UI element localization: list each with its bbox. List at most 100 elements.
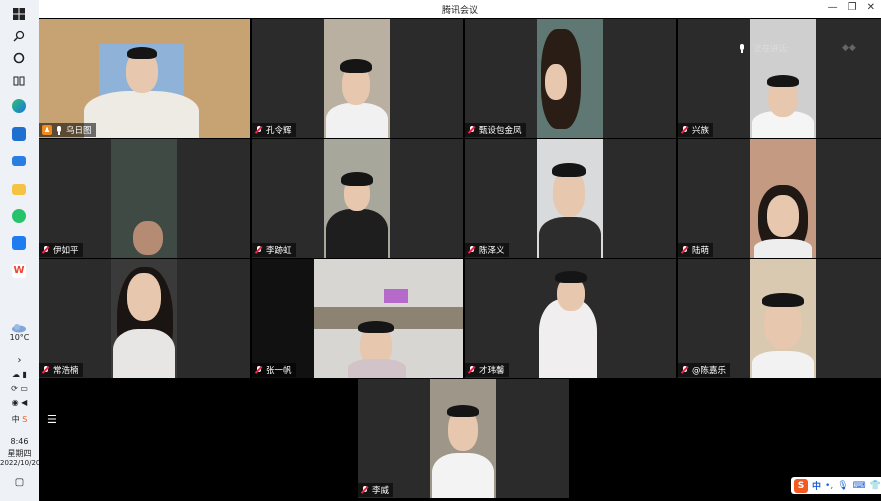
- participant-name: 李跡虹: [266, 246, 292, 256]
- video-feed: [537, 19, 603, 138]
- participant-name-bar: 甄设包金凤: [465, 123, 526, 137]
- video-feed: [111, 139, 177, 258]
- person-hair: [127, 47, 157, 59]
- windows-start-icon[interactable]: [9, 4, 29, 24]
- video-feed: [324, 139, 390, 258]
- weather-temperature: 10°C: [9, 333, 30, 342]
- video-feed: [111, 259, 177, 378]
- video-feed: [314, 259, 463, 378]
- edge-browser-icon[interactable]: [9, 96, 29, 116]
- input-method-toolbar[interactable]: S 中 •, 🎙 ⌨ 👕 ▦: [791, 477, 881, 494]
- wps-office-icon[interactable]: W: [9, 261, 29, 281]
- video-feed: [537, 259, 603, 378]
- mic-muted-icon: [255, 245, 263, 255]
- cortana-icon[interactable]: [9, 48, 29, 68]
- video-tile[interactable]: 伊如平: [39, 139, 250, 258]
- video-feed: [750, 19, 816, 138]
- participant-name-bar: 李威: [358, 483, 394, 497]
- tray-icons-row2[interactable]: ⟳ ▭: [0, 384, 39, 393]
- video-tile[interactable]: 陆萌: [678, 139, 881, 258]
- ime-mode-label[interactable]: 中: [812, 479, 821, 492]
- participant-name: @陈嘉乐: [692, 366, 727, 376]
- windows-taskbar: W 10°C › ☁ ▮ ⟳ ▭ ◉ ◀ 中 S 8:46 星期四 2022/1…: [0, 0, 40, 501]
- minimize-button[interactable]: —: [828, 2, 838, 13]
- ime-keyboard-icon[interactable]: ⌨: [853, 481, 866, 491]
- video-tile[interactable]: 常浩楠: [39, 259, 250, 378]
- participant-name-bar: 常浩楠: [39, 363, 83, 377]
- host-icon: ♟: [42, 125, 52, 135]
- video-feed: [324, 19, 390, 138]
- mic-muted-icon: [361, 485, 369, 495]
- store-icon[interactable]: [9, 124, 29, 144]
- audio-wave-icon: ◆◆: [842, 43, 856, 53]
- participant-name: 陈泽义: [479, 246, 505, 256]
- participant-name-bar: 张一帆: [252, 363, 296, 377]
- video-feed: [750, 259, 816, 378]
- video-tile[interactable]: 陈泽义: [465, 139, 676, 258]
- mic-muted-icon: [681, 245, 689, 255]
- menu-list-icon[interactable]: ☰: [47, 413, 57, 426]
- participant-name: 常浩楠: [53, 366, 79, 376]
- participant-name: 甄设包金凤: [479, 126, 522, 136]
- video-tile[interactable]: 李威: [358, 379, 569, 498]
- search-icon[interactable]: [9, 26, 29, 46]
- title-bar: 腾讯会议 — ❐ ✕: [39, 0, 881, 18]
- participant-name: 陆萌: [692, 246, 710, 256]
- mic-muted-icon: [255, 365, 263, 375]
- video-tile[interactable]: 孔令辉: [252, 19, 463, 138]
- participant-name-bar: 孔令辉: [252, 123, 296, 137]
- participant-name-bar: 兴族: [678, 123, 714, 137]
- mic-muted-icon: [255, 125, 263, 135]
- video-tile[interactable]: 甄设包金凤: [465, 19, 676, 138]
- clock-date[interactable]: 2022/10/20: [0, 459, 40, 467]
- participant-name: 乌日图: [66, 126, 92, 136]
- participant-name: 张一帆: [266, 366, 292, 376]
- participant-name-bar: ♟ 乌日图: [39, 123, 96, 137]
- video-tile[interactable]: 正在讲话: ◆◆ 兴族: [678, 19, 881, 138]
- sogou-logo-icon: S: [794, 478, 808, 493]
- participant-name-bar: 才玮馨: [465, 363, 509, 377]
- participant-name: 才玮馨: [479, 366, 505, 376]
- maximize-button[interactable]: ❐: [848, 2, 857, 13]
- speaking-indicator: 正在讲话:: [738, 43, 789, 54]
- video-tile[interactable]: ♟ 乌日图: [39, 19, 250, 138]
- video-feed: [537, 139, 603, 258]
- participant-name: 伊如平: [53, 246, 79, 256]
- participant-name-bar: 李跡虹: [252, 243, 296, 257]
- mic-muted-icon: [42, 245, 50, 255]
- app-green-icon[interactable]: [9, 206, 29, 226]
- mic-muted-icon: [468, 365, 476, 375]
- ime-skin-icon[interactable]: 👕: [870, 481, 881, 491]
- clock-weekday[interactable]: 星期四: [0, 448, 39, 459]
- video-tile[interactable]: 李跡虹: [252, 139, 463, 258]
- video-tile[interactable]: 才玮馨: [465, 259, 676, 378]
- task-view-icon[interactable]: [9, 71, 29, 91]
- close-button[interactable]: ✕: [867, 2, 875, 13]
- tray-chevron-icon[interactable]: ›: [0, 355, 39, 366]
- clock-time[interactable]: 8:46: [0, 437, 39, 446]
- participant-name-bar: 陆萌: [678, 243, 714, 257]
- video-tile[interactable]: @陈嘉乐: [678, 259, 881, 378]
- mic-muted-icon: [42, 365, 50, 375]
- participant-name-bar: 伊如平: [39, 243, 83, 257]
- participant-name-bar: @陈嘉乐: [678, 363, 731, 377]
- mic-on-icon: [738, 44, 746, 53]
- video-feed: [750, 139, 816, 258]
- file-explorer-icon[interactable]: [9, 179, 29, 199]
- ime-voice-icon[interactable]: 🎙: [837, 481, 848, 491]
- notification-icon[interactable]: ▢: [0, 477, 39, 488]
- mic-muted-icon: [681, 125, 689, 135]
- video-tile[interactable]: 张一帆: [252, 259, 463, 378]
- tray-icons-row1[interactable]: ☁ ▮: [0, 370, 39, 379]
- mail-icon[interactable]: [9, 151, 29, 171]
- participant-name: 李威: [372, 486, 390, 496]
- mic-muted-icon: [468, 125, 476, 135]
- participant-name-bar: 陈泽义: [465, 243, 509, 257]
- tray-icons-row3[interactable]: ◉ ◀: [0, 398, 39, 407]
- window-title: 腾讯会议: [441, 6, 478, 16]
- ime-punctuation-icon[interactable]: •,: [825, 481, 833, 491]
- input-method-tray-icon[interactable]: 中 S: [0, 414, 39, 425]
- mic-on-icon: [55, 125, 63, 135]
- person-body: [84, 91, 199, 138]
- tencent-meeting-icon[interactable]: [9, 233, 29, 253]
